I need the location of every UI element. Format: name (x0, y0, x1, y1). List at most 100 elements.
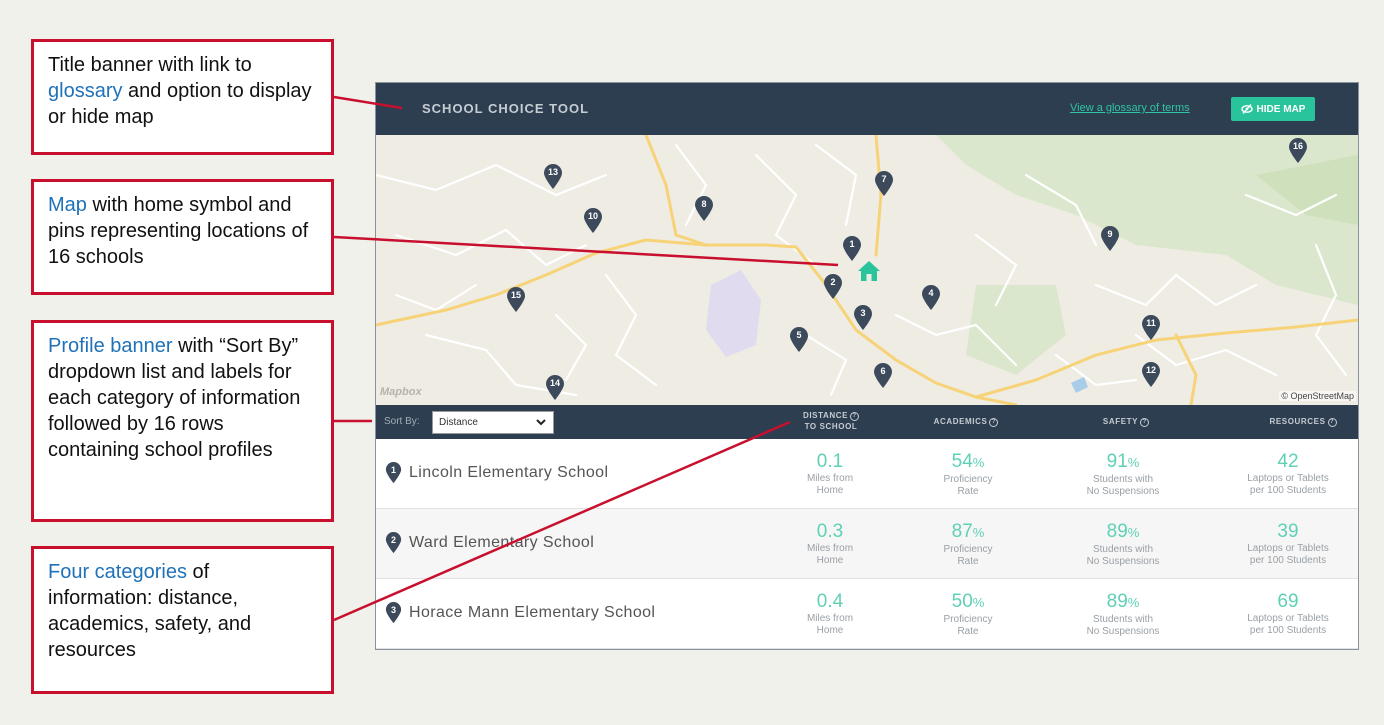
metric-caption: Students with (1092, 544, 1154, 555)
school-pin[interactable]: 11 (1141, 315, 1161, 341)
school-name[interactable]: Ward Elementary School (409, 534, 594, 552)
school-pin[interactable]: 10 (583, 208, 603, 234)
school-pin[interactable]: 3 (853, 305, 873, 331)
metric-value: 0.3 (816, 521, 844, 542)
percent-sign: % (1127, 455, 1140, 470)
school-choice-app: SCHOOL CHOICE TOOL View a glossary of te… (375, 82, 1359, 650)
pin-number: 4 (928, 288, 934, 298)
school-pin[interactable]: 5 (789, 327, 809, 353)
question-circle-icon[interactable]: ? (989, 418, 999, 427)
metric-caption: Laptops or Tablets (1247, 613, 1329, 624)
glossary-link[interactable]: View a glossary of terms (1070, 102, 1190, 114)
metric-caption: No Suspensions (1086, 486, 1160, 497)
metric-caption: Students with (1092, 614, 1154, 625)
school-pin[interactable]: 7 (874, 171, 894, 197)
metric-caption: Laptops or Tablets (1247, 473, 1329, 484)
metric-value: 89 (1106, 521, 1128, 542)
school-row[interactable]: 3 Horace Mann Elementary School 0.4 Miles… (376, 579, 1358, 649)
rank-pin: 3 (385, 602, 402, 624)
school-pin[interactable]: 12 (1141, 362, 1161, 388)
metric-value: 42 (1277, 451, 1299, 472)
distance-metric: 0.3 Miles from Home (760, 521, 900, 567)
resources-metric: 42 Laptops or Tablets per 100 Students (1218, 451, 1358, 497)
metric-value: 54 (951, 451, 973, 472)
pin-number: 15 (510, 290, 521, 300)
callout-title-banner: Title banner with link to glossary and o… (31, 39, 334, 155)
metric-caption: Miles from (806, 473, 854, 484)
pin-number: 6 (880, 366, 886, 376)
school-row[interactable]: 2 Ward Elementary School 0.3 Miles from Ho… (376, 509, 1358, 579)
safety-metric: 89% Students with No Suspensions (1053, 521, 1193, 568)
school-pin[interactable]: 15 (506, 287, 526, 313)
school-name[interactable]: Horace Mann Elementary School (409, 604, 655, 622)
mapbox-logo: Mapbox (380, 386, 422, 398)
hide-map-button[interactable]: HIDE MAP (1231, 97, 1315, 121)
sort-by-label: Sort By: (384, 416, 420, 427)
sort-by-dropdown[interactable]: Distance (432, 411, 554, 434)
callout-highlight: Map (48, 194, 87, 216)
metric-caption: Home (816, 485, 844, 496)
resources-metric: 39 Laptops or Tablets per 100 Students (1218, 521, 1358, 567)
percent-sign: % (972, 595, 985, 610)
question-circle-icon[interactable]: ? (1327, 418, 1337, 427)
metric-caption: No Suspensions (1086, 556, 1160, 567)
school-row[interactable]: 1 Lincoln Elementary School 0.1 Miles fro… (376, 439, 1358, 509)
resources-metric: 69 Laptops or Tablets per 100 Students (1218, 591, 1358, 637)
school-pin[interactable]: 14 (545, 375, 565, 401)
pin-number: 9 (1107, 229, 1113, 239)
sort-by-value: Distance (439, 417, 478, 428)
chevron-down-icon (536, 419, 546, 426)
pin-number: 8 (701, 199, 707, 209)
question-circle-icon[interactable]: ? (1140, 418, 1150, 427)
metric-caption: Home (816, 625, 844, 636)
school-pin[interactable]: 1 (842, 236, 862, 262)
metric-caption: Home (816, 555, 844, 566)
metric-value: 87 (951, 521, 973, 542)
school-pin[interactable]: 6 (873, 363, 893, 389)
pin-number: 11 (1146, 318, 1156, 328)
hide-map-label: HIDE MAP (1256, 103, 1306, 115)
percent-sign: % (1127, 525, 1140, 540)
question-circle-icon[interactable]: ? (850, 412, 860, 421)
title-banner: SCHOOL CHOICE TOOL View a glossary of te… (376, 83, 1358, 135)
school-pin[interactable]: 8 (694, 196, 714, 222)
metric-value: 39 (1277, 521, 1299, 542)
metric-caption: per 100 Students (1249, 555, 1327, 566)
distance-metric: 0.4 Miles from Home (760, 591, 900, 637)
pin-number: 3 (860, 308, 866, 318)
pin-number: 1 (849, 239, 855, 249)
school-pin[interactable]: 2 (823, 274, 843, 300)
metric-caption: per 100 Students (1249, 485, 1327, 496)
pin-number: 7 (881, 174, 887, 184)
school-pin[interactable]: 4 (921, 285, 941, 311)
school-map[interactable]: 13 10 8 7 1 2 3 4 5 6 9 15 14 11 12 16 M… (376, 135, 1358, 405)
callout-highlight: glossary (48, 80, 123, 102)
pin-number: 13 (547, 167, 558, 177)
metric-caption: Proficiency (943, 614, 993, 625)
column-header-distance[interactable]: DISTANCE? TO SCHOOL (796, 410, 866, 432)
pin-number: 10 (587, 211, 598, 221)
rank-pin: 2 (385, 532, 402, 554)
school-name[interactable]: Lincoln Elementary School (409, 464, 608, 482)
school-pin[interactable]: 16 (1288, 138, 1308, 164)
profile-banner: Sort By: Distance DISTANCE? TO SCHOOL AC… (376, 405, 1358, 439)
column-header-safety[interactable]: SAFETY? (1086, 417, 1166, 427)
column-header-label: RESOURCES (1269, 417, 1326, 426)
metric-caption: Rate (957, 556, 979, 567)
school-pin[interactable]: 13 (543, 164, 563, 190)
metric-caption: No Suspensions (1086, 626, 1160, 637)
rank-pin: 1 (385, 462, 402, 484)
metric-value: 0.4 (816, 591, 844, 612)
callout-map: Map with home symbol and pins representi… (31, 179, 334, 295)
callout-categories: Four categories of information: distance… (31, 546, 334, 694)
column-header-label: ACADEMICS (933, 417, 988, 426)
column-header-resources[interactable]: RESOURCES? (1258, 417, 1348, 427)
metric-caption: Miles from (806, 543, 854, 554)
map-attribution[interactable]: © OpenStreetMap (1279, 391, 1356, 401)
rank-number: 3 (390, 605, 396, 615)
callout-highlight: Profile banner (48, 335, 173, 357)
school-pin[interactable]: 9 (1100, 226, 1120, 252)
safety-metric: 89% Students with No Suspensions (1053, 591, 1193, 638)
pin-number: 2 (830, 277, 836, 287)
column-header-academics[interactable]: ACADEMICS? (916, 417, 1016, 427)
